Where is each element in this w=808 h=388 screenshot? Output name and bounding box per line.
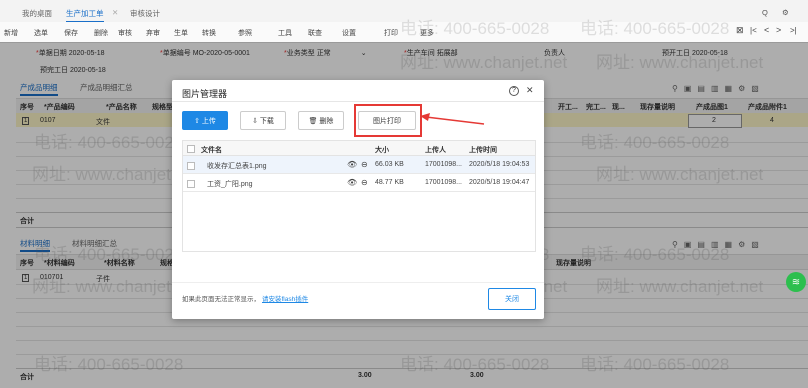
settings-icon[interactable]: ⚙: [782, 8, 789, 17]
nav-last-icon[interactable]: >|: [790, 26, 797, 35]
file-checkbox[interactable]: [187, 162, 195, 170]
col-filename: 文件名: [201, 147, 222, 154]
toolbar-delete[interactable]: 删除: [94, 28, 108, 38]
toolbar-tools[interactable]: 工具: [278, 28, 292, 38]
tab-approval[interactable]: 审核设计: [130, 8, 160, 19]
print-image-button[interactable]: 图片打印: [358, 111, 416, 130]
dialog-title: 图片管理器: [182, 89, 228, 99]
file-size: 66.03 KB: [375, 161, 404, 168]
toolbar-unapprove[interactable]: 弃审: [146, 28, 160, 38]
tab-close-icon[interactable]: ✕: [112, 8, 118, 17]
file-name: 工资_广阳.png: [207, 181, 253, 188]
nav-next-icon[interactable]: >: [776, 25, 781, 35]
toolbar-settings[interactable]: 设置: [342, 28, 356, 38]
toolbar-generate[interactable]: 生单: [174, 28, 188, 38]
trash-icon: 🗑: [308, 117, 320, 125]
col-uploader: 上传人: [425, 147, 446, 154]
toolbar-reference[interactable]: 参照: [238, 28, 252, 38]
file-list: 文件名 大小 上传人 上传时间 收发存汇总表1.png 👁 ⊖ 66.03 KB…: [182, 140, 536, 252]
file-uploader: 17001098...: [425, 179, 462, 186]
file-checkbox[interactable]: [187, 180, 195, 188]
toolbar-linked-query[interactable]: 联查: [308, 28, 322, 38]
toolbar-convert[interactable]: 转换: [202, 28, 216, 38]
close-icon[interactable]: ✕: [526, 85, 534, 96]
watermark-phone: 电话: 400-665-0028: [400, 19, 550, 38]
col-size: 大小: [375, 147, 389, 154]
select-all-checkbox[interactable]: [187, 145, 195, 153]
tab-production-order[interactable]: 生产加工单: [66, 8, 104, 23]
arrow-annotation: [420, 113, 485, 125]
minus-circle-icon[interactable]: ⊖: [361, 178, 368, 187]
nav-prev-icon[interactable]: <: [764, 25, 769, 35]
nav-start-icon[interactable]: |<: [750, 26, 757, 35]
file-size: 48.77 KB: [375, 179, 404, 186]
install-flash-link[interactable]: 请安装flash插件: [262, 293, 308, 303]
upload-icon: ⇧: [194, 117, 202, 125]
delete-button[interactable]: 🗑 删除: [298, 111, 344, 130]
minus-circle-icon[interactable]: ⊖: [361, 160, 368, 169]
close-button[interactable]: 关闭: [488, 288, 536, 310]
nav-first-icon[interactable]: ⊠: [736, 25, 744, 36]
file-uploader: 17001098...: [425, 161, 462, 168]
toolbar-print[interactable]: 打印: [384, 28, 398, 38]
toolbar-new[interactable]: 新增: [4, 28, 18, 38]
wifi-icon[interactable]: ≋: [786, 272, 806, 292]
eye-icon[interactable]: 👁: [347, 178, 357, 187]
tab-desktop[interactable]: 我的桌面: [22, 8, 52, 19]
delete-label: 删除: [319, 117, 334, 125]
file-name: 收发存汇总表1.png: [207, 163, 267, 170]
file-time: 2020/5/18 19:04:47: [469, 179, 530, 186]
search-icon[interactable]: Q: [762, 8, 768, 17]
file-time: 2020/5/18 19:04:53: [469, 161, 530, 168]
download-icon: ⇩: [252, 117, 260, 125]
image-manager-dialog: 图片管理器 ? ✕ ⇧ 上传 ⇩ 下载 🗑 删除 图片打印 文件名 大小 上传人…: [172, 80, 544, 319]
download-label: 下载: [259, 117, 274, 125]
flash-hint: 如果此页面无法正常显示，: [182, 296, 260, 303]
upload-button[interactable]: ⇧ 上传: [182, 111, 228, 130]
help-icon[interactable]: ?: [509, 86, 519, 96]
toolbar-select[interactable]: 选单: [34, 28, 48, 38]
watermark-phone: 电话: 400-665-0028: [580, 19, 730, 38]
eye-icon[interactable]: 👁: [347, 160, 357, 169]
toolbar-approve[interactable]: 审核: [118, 28, 132, 38]
col-upload-time: 上传时间: [469, 147, 497, 154]
download-button[interactable]: ⇩ 下载: [240, 111, 286, 130]
toolbar-save[interactable]: 保存: [64, 28, 78, 38]
upload-label: 上传: [201, 117, 216, 125]
